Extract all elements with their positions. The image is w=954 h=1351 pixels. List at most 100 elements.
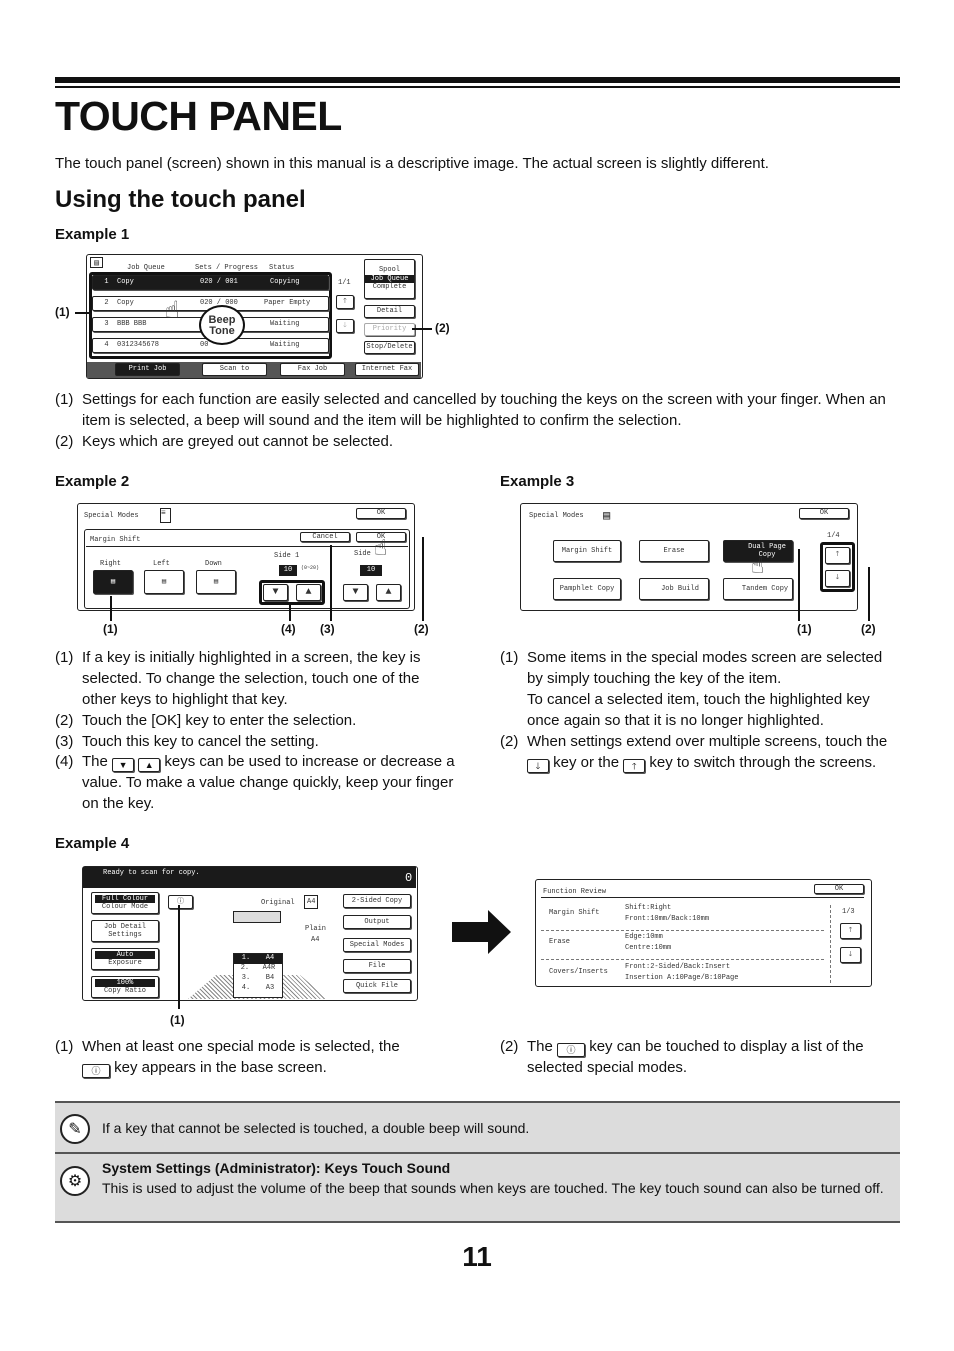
job-detail-settings-key[interactable]: Job Detail Settings — [91, 920, 159, 942]
down-label: Down — [205, 560, 222, 568]
left-key[interactable]: ▤ — [144, 570, 184, 594]
scroll-down-button[interactable]: 🡓 — [336, 319, 354, 333]
settings-title: System Settings (Administrator): Keys To… — [102, 1160, 451, 1176]
tab-internet-fax[interactable]: Internet Fax — [355, 363, 419, 376]
scroll-up-button[interactable]: 🡑 — [825, 547, 850, 564]
pointing-hand-icon: ☝ — [165, 299, 180, 326]
priority-button[interactable]: Priority — [364, 323, 415, 336]
divider — [541, 897, 864, 898]
screen-title: Special Modes — [529, 512, 584, 520]
spool-jobqueue-complete-selector[interactable]: Spool Job Queue Complete — [364, 259, 415, 299]
row-values: Front:2-Sided/Back:Insert Insertion A:10P… — [625, 963, 739, 982]
tray-1[interactable]: 1. A4 — [234, 954, 282, 964]
row-name: Erase — [549, 938, 571, 946]
tab-scan-to[interactable]: Scan to — [202, 363, 267, 376]
tray-4[interactable]: 4. A3 — [234, 984, 282, 994]
example2-item-4: (4) The ▼ ▲ keys can be used to increase … — [55, 753, 455, 812]
settings-text: This is used to adjust the volume of the… — [102, 1180, 884, 1196]
decrease-button-side2[interactable]: ▼ — [343, 584, 368, 601]
pointing-hand-icon: ☝ — [751, 555, 765, 580]
paper-trays: 1. A4 2. A4R 3. B4 4. A3 — [233, 953, 283, 998]
example4-screen: Ready to scan for copy. 0 Full Colour Col… — [82, 866, 418, 1001]
callout-line — [178, 905, 180, 1009]
down-key-icon: 🡓 — [527, 759, 549, 773]
arrow-right-icon — [452, 910, 511, 954]
page-indicator: 1/1 — [338, 279, 351, 287]
copier-illustration — [233, 911, 281, 923]
callout-line — [422, 537, 424, 621]
intro-text: The touch panel (screen) shown in this m… — [55, 155, 769, 172]
increase-button[interactable]: ▲ — [296, 584, 321, 601]
callout-line — [289, 605, 291, 621]
output-key[interactable]: Output — [343, 915, 411, 929]
example4-item-2: (2) The ⓘ key can be touched to display a… — [500, 1038, 864, 1076]
scroll-down-button[interactable]: 🡓 — [825, 570, 850, 587]
divider — [541, 959, 824, 960]
example2-item-3: (3) Touch this key to cancel the setting. — [55, 733, 319, 750]
callout-line — [798, 549, 800, 621]
note-box: ✎ If a key that cannot be selected is to… — [55, 1101, 900, 1152]
tandem-copy-key[interactable]: Tandem Copy — [723, 578, 793, 600]
callout-2: (2) — [861, 622, 876, 636]
gears-icon: ⚙ — [60, 1166, 90, 1196]
example3-item-2: (2) When settings extend over multiple sc… — [500, 733, 888, 773]
page-title: TOUCH PANEL — [55, 93, 342, 139]
copy-count: 0 — [405, 871, 413, 885]
example1-heading: Example 1 — [55, 226, 130, 243]
row-name: Margin Shift — [549, 909, 600, 917]
cancel-button[interactable]: Cancel — [300, 532, 350, 542]
divider — [541, 930, 824, 931]
example2-screen: Special Modes ≡ OK Margin Shift Cancel O… — [77, 503, 415, 611]
tab-print-job[interactable]: Print Job — [115, 363, 180, 376]
margin-shift-key[interactable]: Margin Shift — [553, 540, 621, 562]
tray-3[interactable]: 3. B4 — [234, 974, 282, 984]
left-label: Left — [153, 560, 170, 568]
erase-key[interactable]: Erase — [639, 540, 709, 562]
scroll-up-button[interactable]: 🡑 — [336, 295, 354, 309]
detail-button[interactable]: Detail — [364, 305, 415, 318]
col-job-queue: Job Queue — [127, 264, 165, 272]
special-modes-key[interactable]: Special Modes — [343, 938, 411, 952]
plain-size: A4 — [311, 936, 320, 944]
page-number: 11 — [462, 1241, 492, 1272]
callout-3: (3) — [320, 622, 335, 636]
job-row-1[interactable]: 1 Copy 020 / 001 Copying — [92, 275, 329, 290]
two-sided-copy-key[interactable]: 2-Sided Copy — [343, 894, 411, 908]
side2-label: Side — [354, 550, 371, 558]
exposure-key[interactable]: Auto Exposure — [91, 948, 159, 970]
callout-4: (4) — [281, 622, 296, 636]
function-review-key[interactable]: ⓘ — [168, 895, 193, 909]
scroll-up-button[interactable]: 🡑 — [840, 923, 861, 939]
document-icon: ≡ — [160, 508, 171, 523]
right-key[interactable]: ▤ — [93, 570, 133, 594]
callout-2: (2) — [435, 321, 450, 335]
divider — [86, 546, 408, 547]
row-values: Shift:Right Front:10mm/Back:10mm — [625, 904, 710, 923]
file-key[interactable]: File — [343, 959, 411, 973]
callout-2: (2) — [414, 622, 429, 636]
status-message: Ready to scan for copy. — [103, 869, 200, 877]
quick-file-key[interactable]: Quick File — [343, 979, 411, 993]
ok-button[interactable]: OK — [799, 508, 849, 519]
example4-heading: Example 4 — [55, 835, 130, 852]
note-text: If a key that cannot be selected is touc… — [102, 1120, 530, 1136]
range-label: (0~20) — [301, 565, 320, 571]
note-pencil-icon: ✎ — [60, 1114, 90, 1144]
job-build-key[interactable]: Job Build — [639, 578, 709, 600]
example1-item-1: (1) Settings for each function are easily… — [55, 391, 886, 429]
down-key[interactable]: ▤ — [196, 570, 236, 594]
beep-tone-bubble: Beep Tone — [199, 305, 245, 345]
ok-button[interactable]: OK — [356, 508, 406, 519]
increase-button-side2[interactable]: ▲ — [376, 584, 401, 601]
pamphlet-copy-key[interactable]: Pamphlet Copy — [553, 578, 621, 600]
stop-delete-button[interactable]: Stop/Delete — [364, 341, 415, 354]
ok-button[interactable]: OK — [814, 884, 864, 894]
up-key-icon: 🡑 — [623, 759, 646, 773]
colour-mode-key[interactable]: Full Colour Colour Mode — [91, 892, 159, 914]
copy-ratio-key[interactable]: 100% Copy Ratio — [91, 976, 159, 998]
divider — [830, 905, 831, 983]
scroll-down-button[interactable]: 🡓 — [840, 947, 861, 963]
decrease-button[interactable]: ▼ — [263, 584, 288, 601]
tab-fax-job[interactable]: Fax Job — [280, 363, 345, 376]
tray-2[interactable]: 2. A4R — [234, 964, 282, 974]
